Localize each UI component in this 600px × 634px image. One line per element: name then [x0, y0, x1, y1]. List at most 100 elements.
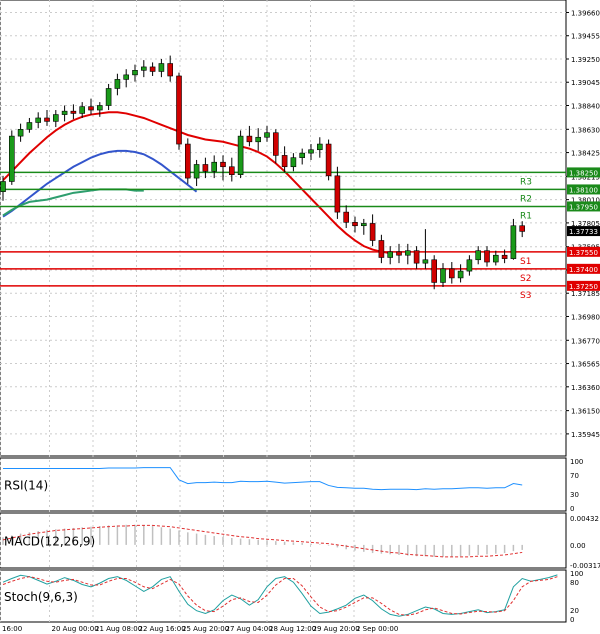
candle-body: [404, 250, 411, 256]
candle-body: [492, 254, 499, 263]
indicator-tick-label: 0: [570, 616, 574, 624]
price-tick-label: 1.38425: [571, 150, 600, 158]
indicator-tick-label: 0.00: [570, 542, 586, 550]
candle-body: [141, 66, 147, 71]
time-tick-label: 20 Aug 00:00: [52, 625, 99, 633]
price-tick-label: 1.39455: [571, 33, 600, 41]
candle-body: [501, 254, 508, 259]
level-name-s1: S1: [520, 257, 531, 267]
price-tick-label: 1.39660: [571, 9, 600, 17]
indicator-name: Stoch(9,6,3): [4, 590, 78, 604]
candle-body: [378, 240, 385, 258]
candle-body: [114, 79, 121, 89]
candle-body: [475, 250, 482, 261]
candle-body: [26, 122, 33, 130]
candle-body: [70, 110, 77, 114]
price-tick-label: 1.35945: [571, 431, 600, 439]
level-price-label: 1.38250: [569, 169, 598, 177]
candle-body: [290, 157, 297, 168]
candle-body: [9, 135, 15, 182]
price-tick-label: 1.36770: [571, 337, 600, 345]
indicator-tick-label: 0: [570, 505, 574, 513]
time-tick-label: 25 Aug 20:00: [182, 625, 229, 633]
level-name-r3: R3: [520, 177, 532, 187]
indicator-tick-label: -0.003178: [570, 562, 600, 570]
candle-body: [246, 135, 253, 143]
candle-body: [44, 117, 50, 122]
candle-body: [457, 270, 464, 279]
candle-body: [132, 70, 138, 76]
time-tick-label: 22 Aug 16:00: [139, 625, 186, 633]
candle-body: [176, 75, 182, 145]
candle-body: [440, 268, 446, 283]
candle-body: [185, 143, 191, 179]
candle-body: [229, 166, 235, 175]
level-price-label: 1.38100: [569, 186, 598, 194]
current-price-label: 1.37733: [569, 228, 598, 236]
level-name-s3: S3: [520, 291, 531, 301]
time-tick-label: 27 Aug 04:00: [226, 625, 273, 633]
candle-body: [149, 66, 156, 72]
candle-body: [105, 88, 112, 106]
time-tick-label: 28 Aug 12:00: [269, 625, 316, 633]
level-price-label: 1.37950: [569, 203, 598, 211]
candle-body: [281, 155, 288, 168]
candle-body: [299, 152, 306, 158]
candle-body: [343, 211, 350, 223]
candle-body: [237, 135, 244, 175]
candle-body: [448, 268, 455, 279]
candle-body: [88, 106, 94, 111]
level-name-s2: S2: [520, 274, 531, 284]
candle-body: [61, 110, 68, 115]
price-tick-label: 1.39250: [571, 56, 600, 64]
candle-body: [255, 136, 261, 143]
main-pane: [0, 0, 567, 457]
candle-body: [413, 250, 420, 264]
indicator-name: RSI(14): [4, 479, 48, 493]
candle-body: [202, 164, 209, 172]
candle-body: [17, 129, 24, 137]
level-price-label: 1.37550: [569, 249, 598, 257]
rsi-pane: [0, 457, 567, 512]
candle-body: [316, 143, 323, 151]
indicator-tick-label: 0.00432: [570, 515, 599, 523]
indicator-tick-label: 100: [570, 570, 583, 578]
indicator-tick-label: 80: [570, 579, 579, 587]
candle-body: [167, 63, 173, 77]
candle-body: [369, 223, 376, 241]
level-price-label: 1.37400: [569, 266, 598, 274]
candle-body: [272, 132, 279, 156]
candle-body: [220, 161, 226, 168]
price-tick-label: 1.39045: [571, 79, 600, 87]
candle-body: [360, 223, 367, 227]
candle-body: [35, 117, 42, 123]
time-tick-label: 29 Aug 20:00: [313, 625, 360, 633]
price-tick-label: 1.38840: [571, 102, 600, 110]
candle-body: [484, 250, 490, 263]
candle-body: [325, 143, 332, 177]
candle-body: [308, 149, 314, 154]
indicator-tick-label: 20: [570, 607, 579, 615]
level-name-r1: R1: [520, 211, 532, 221]
time-tick-label: 21 Aug 08:00: [95, 625, 142, 633]
candle-body: [510, 225, 517, 259]
level-price-label: 1.37250: [569, 283, 598, 291]
price-tick-label: 1.36980: [571, 313, 600, 321]
candle-body: [334, 175, 341, 213]
level-name-r2: R2: [520, 194, 532, 204]
candle-body: [466, 259, 473, 272]
stoch-pane: [0, 569, 567, 623]
indicator-tick-label: 100: [570, 458, 583, 466]
price-tick-label: 1.37185: [571, 290, 600, 298]
forex-chart: 1.39660 1.39455 1.39250 1.39045 1.38840 1.386…: [0, 0, 600, 633]
indicator-tick-label: 70: [570, 472, 579, 480]
price-tick-label: 1.38630: [571, 126, 600, 134]
candle-body: [519, 225, 526, 232]
time-tick-label: 2 Sep 00:00: [356, 625, 398, 633]
time-tick-label: 16:00: [2, 625, 22, 633]
price-tick-label: 1.36565: [571, 361, 600, 369]
candle-body: [52, 114, 59, 122]
price-tick-label: 1.36150: [571, 408, 600, 416]
candle-body: [422, 259, 429, 264]
candle-body: [352, 222, 358, 227]
